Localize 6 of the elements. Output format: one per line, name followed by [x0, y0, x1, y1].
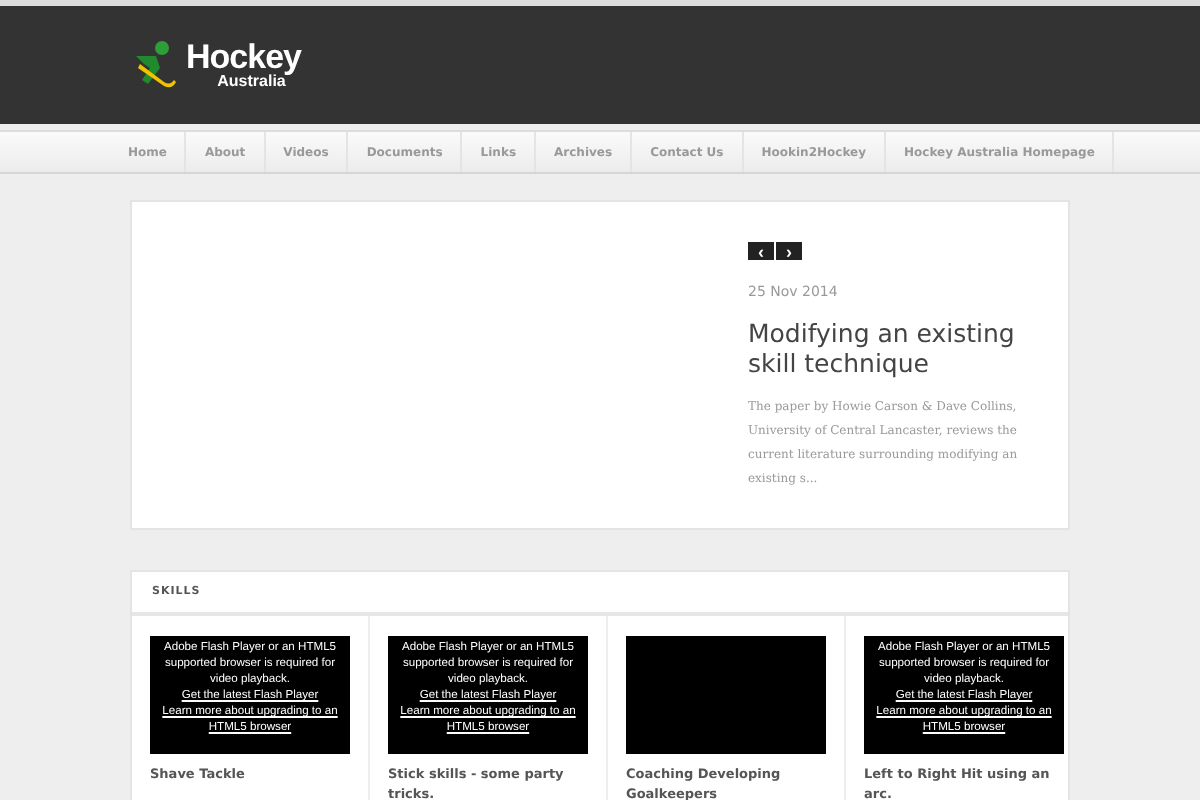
hockey-player-icon	[132, 39, 180, 91]
previous-button[interactable]: ‹	[748, 242, 774, 260]
post-title[interactable]: Modifying an existing skill technique	[748, 318, 1020, 378]
logo-subtitle: Australia	[217, 74, 286, 90]
next-button[interactable]: ›	[776, 242, 802, 260]
logo-title: Hockey	[186, 40, 301, 74]
